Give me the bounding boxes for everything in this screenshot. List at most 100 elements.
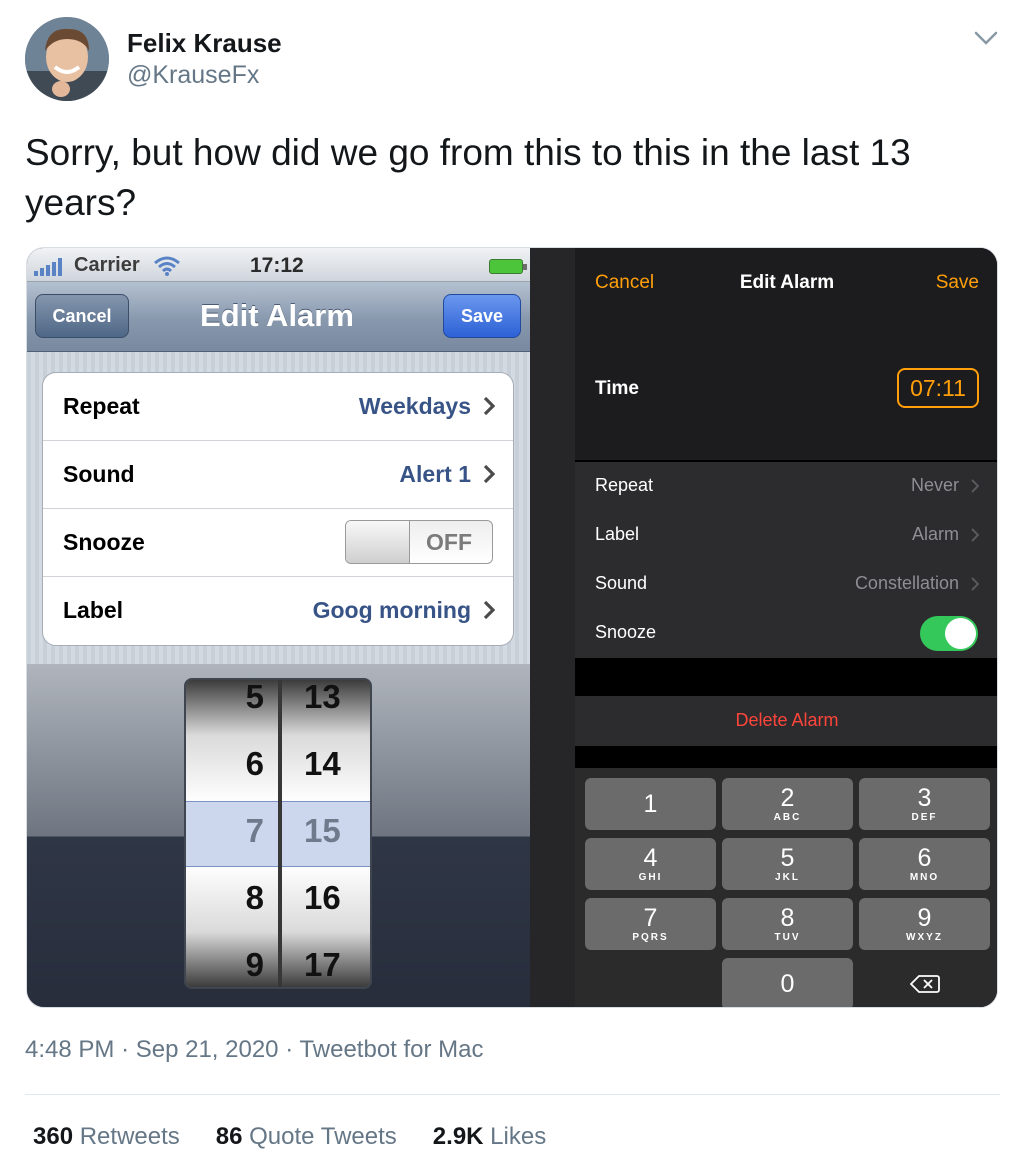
row-label: Sound — [63, 461, 135, 487]
chevron-down-icon[interactable] — [972, 28, 1000, 48]
key-number: 6 — [917, 844, 932, 872]
row-label: Snooze — [595, 622, 657, 642]
key-letters: ABC — [773, 812, 802, 823]
tweet-date[interactable]: Sep 21, 2020 — [136, 1036, 279, 1063]
toggle-knob — [945, 618, 976, 649]
retweets-stat[interactable]: 360 Retweets — [33, 1123, 180, 1151]
old-row-snooze: Snooze OFF — [43, 509, 513, 577]
time-picker-wheel[interactable]: 5 6 7 8 9 13 14 15 16 17 — [184, 678, 372, 989]
time-input[interactable]: 07:11 — [897, 368, 979, 408]
row-value: Alert 1 — [399, 461, 471, 487]
quotes-stat[interactable]: 86 Quote Tweets — [216, 1123, 397, 1151]
tweet-media[interactable]: Carrier 17:12 Cancel Edit Alarm Save Rep… — [26, 247, 998, 1008]
key-0[interactable]: 0 — [722, 958, 853, 1007]
stats-divider — [25, 1094, 1000, 1095]
time-section: Time 07:11 — [575, 316, 997, 460]
minute-value: 14 — [304, 745, 341, 782]
tweet-stats: 360 Retweets 86 Quote Tweets 2.9K Likes — [33, 1123, 546, 1151]
new-nav-bar: Cancel Edit Alarm Save — [575, 248, 997, 316]
old-nav-title: Edit Alarm — [200, 298, 354, 333]
key-2[interactable]: 2 ABC — [722, 778, 853, 830]
key-1[interactable]: 1 — [585, 778, 716, 830]
chevron-right-icon — [483, 396, 495, 416]
tweet-text: Sorry, but how did we go from this to th… — [25, 132, 911, 223]
status-bar: Carrier 17:12 — [27, 248, 530, 282]
author-handle[interactable]: @KrauseFx — [127, 61, 259, 90]
status-time: 17:12 — [250, 254, 304, 277]
chevron-right-icon — [971, 479, 979, 493]
key-number: 1 — [643, 790, 658, 818]
key-4[interactable]: 4 GHI — [585, 838, 716, 890]
key-letters: GHI — [638, 872, 663, 883]
old-row-label[interactable]: Label Goog morning — [43, 577, 513, 645]
row-value: Never — [910, 475, 959, 495]
key-3[interactable]: 3 DEF — [859, 778, 990, 830]
chevron-right-icon — [971, 528, 979, 542]
key-7[interactable]: 7 PQRS — [585, 898, 716, 950]
old-save-button[interactable]: Save — [443, 294, 521, 338]
number-keypad: 1 2 ABC 3 DEF 4 GHI 5 JKL 6 MNO 7 PQRS 8 TUV 9W… — [575, 768, 997, 1007]
toggle-state: OFF — [426, 529, 472, 555]
key-letters: PQRS — [632, 932, 669, 943]
key-number: 9 — [917, 904, 932, 932]
minute-value: 13 — [304, 678, 341, 715]
key-number: 5 — [780, 844, 795, 872]
row-value: Constellation — [854, 573, 959, 593]
old-row-sound[interactable]: Sound Alert 1 — [43, 441, 513, 509]
meta-separator: · — [121, 1036, 130, 1063]
old-cancel-button[interactable]: Cancel — [35, 294, 129, 338]
new-row-label[interactable]: Label Alarm — [575, 511, 997, 560]
old-row-repeat[interactable]: Repeat Weekdays — [43, 373, 513, 441]
key-blank — [585, 958, 716, 1007]
row-label: Label — [63, 597, 124, 623]
tweet-time[interactable]: 4:48 PM — [25, 1036, 114, 1063]
retweets-label: Retweets — [79, 1123, 180, 1150]
row-value: Weekdays — [358, 393, 471, 419]
old-settings-group: Repeat Weekdays Sound Alert 1 Snooze OFF… — [42, 372, 514, 646]
hour-value: 6 — [245, 745, 264, 782]
retweets-count: 360 — [33, 1123, 74, 1150]
key-letters: WXYZ — [906, 932, 943, 943]
old-snooze-toggle[interactable]: OFF — [345, 520, 493, 564]
key-number: 0 — [780, 970, 795, 998]
minute-column[interactable]: 13 14 15 16 17 — [282, 680, 370, 987]
delete-alarm-button[interactable]: Delete Alarm — [575, 710, 997, 731]
key-number: 7 — [643, 904, 658, 932]
key-letters: DEF — [911, 812, 938, 823]
hour-value: 8 — [245, 879, 264, 916]
row-value: Alarm — [911, 524, 959, 544]
avatar[interactable] — [25, 17, 109, 101]
new-save-button[interactable]: Save — [936, 272, 979, 294]
row-label: Sound — [595, 573, 648, 593]
backspace-icon — [909, 975, 940, 993]
tweet-meta: 4:48 PM · Sep 21, 2020 · Tweetbot for Ma… — [25, 1036, 484, 1064]
hour-value-selected: 7 — [245, 812, 264, 849]
key-6[interactable]: 6 MNO — [859, 838, 990, 890]
key-8[interactable]: 8 TUV — [722, 898, 853, 950]
key-delete[interactable] — [859, 958, 990, 1007]
likes-stat[interactable]: 2.9K Likes — [433, 1123, 546, 1151]
delete-section[interactable]: Delete Alarm — [575, 696, 997, 746]
hour-value: 5 — [245, 678, 264, 715]
chevron-right-icon — [483, 464, 495, 484]
minute-value: 17 — [304, 946, 341, 983]
new-row-repeat[interactable]: Repeat Never — [575, 462, 997, 511]
key-5[interactable]: 5 JKL — [722, 838, 853, 890]
carrier-label: Carrier — [74, 254, 140, 276]
new-snooze-toggle[interactable] — [920, 616, 978, 651]
key-letters: TUV — [774, 932, 801, 943]
profile-photo — [25, 17, 109, 101]
toggle-knob — [346, 521, 410, 563]
signal-bars-icon — [34, 258, 62, 276]
row-label: Snooze — [63, 529, 145, 555]
new-nav-title: Edit Alarm — [739, 272, 835, 293]
tweet-client[interactable]: Tweetbot for Mac — [299, 1036, 483, 1063]
hour-column[interactable]: 5 6 7 8 9 — [186, 680, 278, 987]
likes-count: 2.9K — [432, 1123, 484, 1150]
author-name[interactable]: Felix Krause — [127, 28, 282, 59]
key-number: 2 — [780, 784, 795, 812]
new-row-sound[interactable]: Sound Constellation — [575, 560, 997, 609]
new-ios-screenshot: Cancel Edit Alarm Save Time 07:11 Repeat… — [575, 248, 997, 1007]
key-9[interactable]: 9 WXYZ — [859, 898, 990, 950]
likes-label: Likes — [490, 1123, 547, 1150]
